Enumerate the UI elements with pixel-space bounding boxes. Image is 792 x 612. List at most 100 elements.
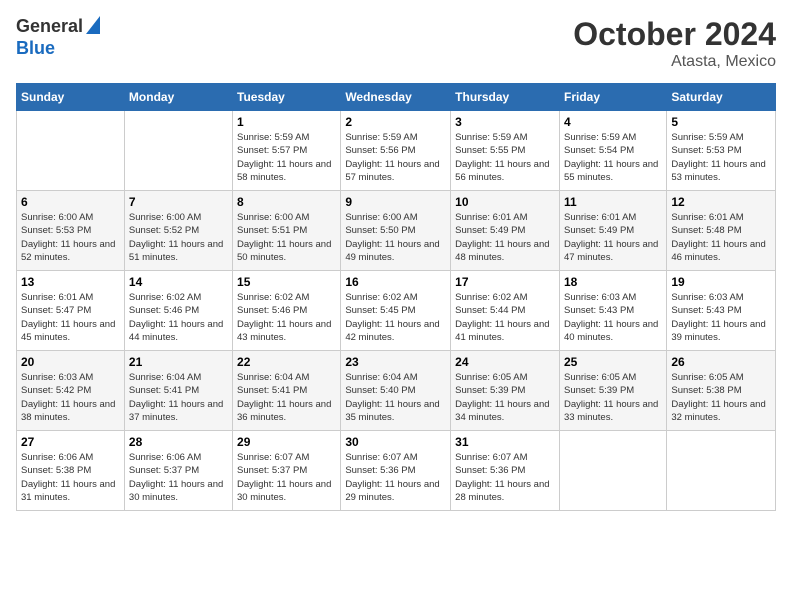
day-number: 9 [345, 195, 446, 209]
calendar-cell: 1 Sunrise: 5:59 AM Sunset: 5:57 PM Daylig… [233, 111, 341, 191]
calendar-cell: 27 Sunrise: 6:06 AM Sunset: 5:38 PM Dayli… [17, 431, 125, 511]
page-header: General Blue October 2024 Atasta, Mexico [16, 16, 776, 71]
day-info: Sunrise: 6:07 AM Sunset: 5:36 PM Dayligh… [455, 451, 555, 504]
day-number: 27 [21, 435, 120, 449]
week-row-5: 27 Sunrise: 6:06 AM Sunset: 5:38 PM Dayli… [17, 431, 776, 511]
day-info: Sunrise: 5:59 AM Sunset: 5:55 PM Dayligh… [455, 131, 555, 184]
calendar-cell: 10Sunrise: 6:01 AM Sunset: 5:49 PM Dayli… [451, 191, 560, 271]
calendar-cell: 7 Sunrise: 6:00 AM Sunset: 5:52 PM Daylig… [124, 191, 232, 271]
day-info: Sunrise: 6:00 AM Sunset: 5:50 PM Dayligh… [345, 211, 446, 264]
calendar-cell: 6 Sunrise: 6:00 AM Sunset: 5:53 PM Daylig… [17, 191, 125, 271]
day-number: 22 [237, 355, 336, 369]
day-info: Sunrise: 6:02 AM Sunset: 5:45 PM Dayligh… [345, 291, 446, 344]
day-number: 20 [21, 355, 120, 369]
day-info: Sunrise: 6:03 AM Sunset: 5:42 PM Dayligh… [21, 371, 120, 424]
calendar-cell: 9 Sunrise: 6:00 AM Sunset: 5:50 PM Daylig… [341, 191, 451, 271]
day-info: Sunrise: 6:04 AM Sunset: 5:41 PM Dayligh… [237, 371, 336, 424]
day-info: Sunrise: 6:00 AM Sunset: 5:53 PM Dayligh… [21, 211, 120, 264]
calendar-cell: 16Sunrise: 6:02 AM Sunset: 5:45 PM Dayli… [341, 271, 451, 351]
day-number: 28 [129, 435, 228, 449]
day-number: 31 [455, 435, 555, 449]
calendar-cell: 20 Sunrise: 6:03 AM Sunset: 5:42 PM Dayli… [17, 351, 125, 431]
day-info: Sunrise: 6:01 AM Sunset: 5:49 PM Dayligh… [455, 211, 555, 264]
week-row-3: 13 Sunrise: 6:01 AM Sunset: 5:47 PM Dayli… [17, 271, 776, 351]
calendar-cell: 14 Sunrise: 6:02 AM Sunset: 5:46 PM Dayli… [124, 271, 232, 351]
week-row-4: 20 Sunrise: 6:03 AM Sunset: 5:42 PM Dayli… [17, 351, 776, 431]
weekday-header-sunday: Sunday [17, 84, 125, 111]
calendar-cell: 2 Sunrise: 5:59 AM Sunset: 5:56 PM Daylig… [341, 111, 451, 191]
title-block: October 2024 Atasta, Mexico [573, 16, 776, 71]
day-number: 1 [237, 115, 336, 129]
month-title: October 2024 [573, 16, 776, 53]
calendar-cell: 12 Sunrise: 6:01 AM Sunset: 5:48 PM Dayli… [667, 191, 776, 271]
calendar-cell: 19 Sunrise: 6:03 AM Sunset: 5:43 PM Dayli… [667, 271, 776, 351]
day-number: 14 [129, 275, 228, 289]
day-number: 13 [21, 275, 120, 289]
weekday-header-saturday: Saturday [667, 84, 776, 111]
day-number: 19 [671, 275, 771, 289]
day-number: 2 [345, 115, 446, 129]
calendar-cell: 5Sunrise: 5:59 AM Sunset: 5:53 PM Daylig… [667, 111, 776, 191]
day-info: Sunrise: 6:07 AM Sunset: 5:36 PM Dayligh… [345, 451, 446, 504]
weekday-header-wednesday: Wednesday [341, 84, 451, 111]
day-info: Sunrise: 6:04 AM Sunset: 5:40 PM Dayligh… [345, 371, 446, 424]
day-info: Sunrise: 6:01 AM Sunset: 5:48 PM Dayligh… [671, 211, 771, 264]
day-number: 26 [671, 355, 771, 369]
weekday-header-row: SundayMondayTuesdayWednesdayThursdayFrid… [17, 84, 776, 111]
calendar-cell: 25 Sunrise: 6:05 AM Sunset: 5:39 PM Dayli… [559, 351, 666, 431]
logo: General Blue [16, 16, 100, 58]
calendar-cell [124, 111, 232, 191]
day-info: Sunrise: 6:02 AM Sunset: 5:44 PM Dayligh… [455, 291, 555, 344]
calendar-cell: 3 Sunrise: 5:59 AM Sunset: 5:55 PM Daylig… [451, 111, 560, 191]
day-info: Sunrise: 6:05 AM Sunset: 5:38 PM Dayligh… [671, 371, 771, 424]
logo-blue: Blue [16, 39, 100, 59]
calendar-table: SundayMondayTuesdayWednesdayThursdayFrid… [16, 83, 776, 511]
day-number: 25 [564, 355, 662, 369]
day-number: 12 [671, 195, 771, 209]
day-info: Sunrise: 5:59 AM Sunset: 5:56 PM Dayligh… [345, 131, 446, 184]
day-number: 17 [455, 275, 555, 289]
day-number: 23 [345, 355, 446, 369]
calendar-cell: 26 Sunrise: 6:05 AM Sunset: 5:38 PM Dayli… [667, 351, 776, 431]
calendar-cell: 18 Sunrise: 6:03 AM Sunset: 5:43 PM Dayli… [559, 271, 666, 351]
day-info: Sunrise: 6:00 AM Sunset: 5:52 PM Dayligh… [129, 211, 228, 264]
day-number: 4 [564, 115, 662, 129]
day-number: 21 [129, 355, 228, 369]
calendar-cell: 28Sunrise: 6:06 AM Sunset: 5:37 PM Dayli… [124, 431, 232, 511]
logo-general: General [16, 17, 83, 37]
calendar-cell: 13 Sunrise: 6:01 AM Sunset: 5:47 PM Dayli… [17, 271, 125, 351]
day-info: Sunrise: 6:03 AM Sunset: 5:43 PM Dayligh… [564, 291, 662, 344]
day-number: 3 [455, 115, 555, 129]
calendar-cell: 29 Sunrise: 6:07 AM Sunset: 5:37 PM Dayli… [233, 431, 341, 511]
day-info: Sunrise: 6:02 AM Sunset: 5:46 PM Dayligh… [129, 291, 228, 344]
day-info: Sunrise: 5:59 AM Sunset: 5:54 PM Dayligh… [564, 131, 662, 184]
day-info: Sunrise: 6:06 AM Sunset: 5:38 PM Dayligh… [21, 451, 120, 504]
day-info: Sunrise: 6:07 AM Sunset: 5:37 PM Dayligh… [237, 451, 336, 504]
calendar-cell: 30Sunrise: 6:07 AM Sunset: 5:36 PM Dayli… [341, 431, 451, 511]
day-number: 18 [564, 275, 662, 289]
weekday-header-monday: Monday [124, 84, 232, 111]
calendar-cell: 15 Sunrise: 6:02 AM Sunset: 5:46 PM Dayli… [233, 271, 341, 351]
calendar-cell: 22 Sunrise: 6:04 AM Sunset: 5:41 PM Dayli… [233, 351, 341, 431]
calendar-cell [667, 431, 776, 511]
day-number: 15 [237, 275, 336, 289]
day-number: 8 [237, 195, 336, 209]
day-number: 6 [21, 195, 120, 209]
calendar-cell: 31 Sunrise: 6:07 AM Sunset: 5:36 PM Dayli… [451, 431, 560, 511]
day-number: 7 [129, 195, 228, 209]
weekday-header-thursday: Thursday [451, 84, 560, 111]
calendar-cell: 23 Sunrise: 6:04 AM Sunset: 5:40 PM Dayli… [341, 351, 451, 431]
week-row-1: 1 Sunrise: 5:59 AM Sunset: 5:57 PM Daylig… [17, 111, 776, 191]
day-info: Sunrise: 6:02 AM Sunset: 5:46 PM Dayligh… [237, 291, 336, 344]
day-info: Sunrise: 6:01 AM Sunset: 5:47 PM Dayligh… [21, 291, 120, 344]
day-number: 29 [237, 435, 336, 449]
calendar-cell: 17 Sunrise: 6:02 AM Sunset: 5:44 PM Dayli… [451, 271, 560, 351]
calendar-cell: 24Sunrise: 6:05 AM Sunset: 5:39 PM Dayli… [451, 351, 560, 431]
day-info: Sunrise: 6:05 AM Sunset: 5:39 PM Dayligh… [564, 371, 662, 424]
day-info: Sunrise: 6:01 AM Sunset: 5:49 PM Dayligh… [564, 211, 662, 264]
calendar-cell: 21Sunrise: 6:04 AM Sunset: 5:41 PM Dayli… [124, 351, 232, 431]
location-title: Atasta, Mexico [573, 53, 776, 71]
calendar-cell [559, 431, 666, 511]
day-info: Sunrise: 5:59 AM Sunset: 5:57 PM Dayligh… [237, 131, 336, 184]
day-info: Sunrise: 6:03 AM Sunset: 5:43 PM Dayligh… [671, 291, 771, 344]
